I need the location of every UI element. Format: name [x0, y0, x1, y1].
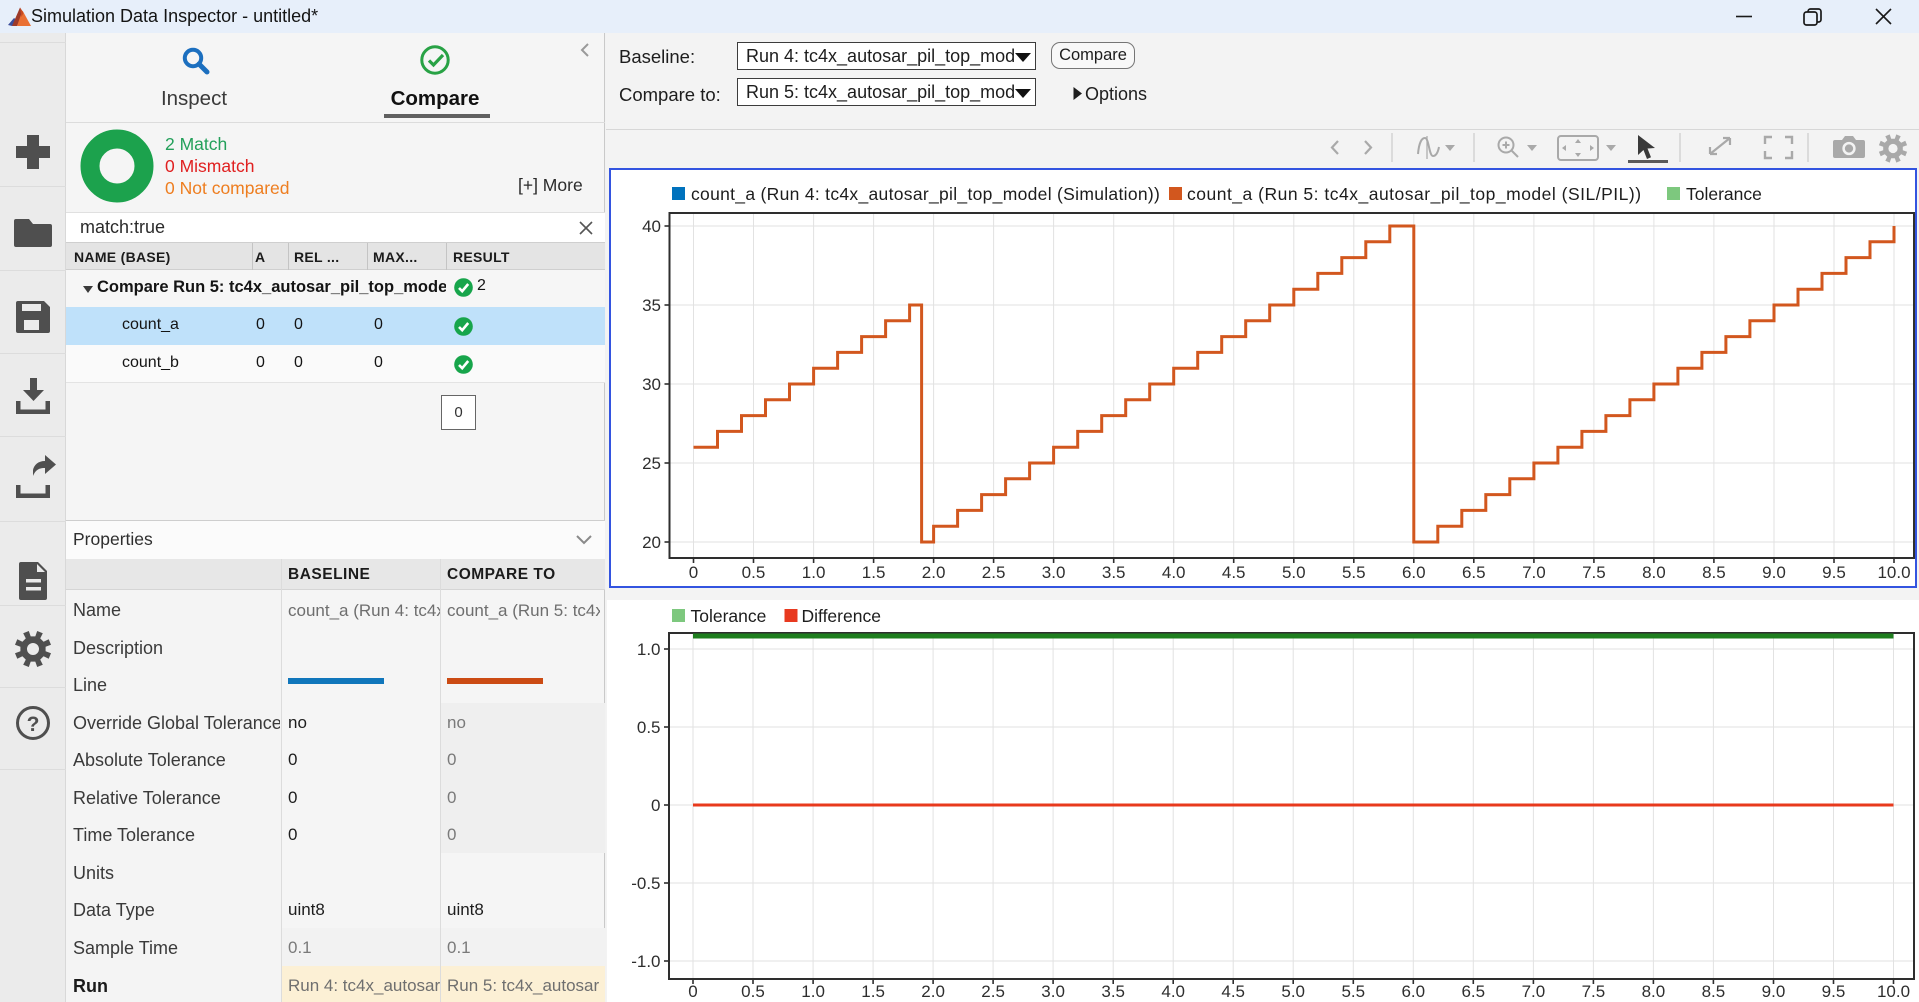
svg-text:4.5: 4.5: [1221, 982, 1245, 1001]
svg-text:7.5: 7.5: [1582, 982, 1606, 1001]
svg-text:8.0: 8.0: [1642, 982, 1666, 1001]
svg-text:6.5: 6.5: [1461, 982, 1485, 1001]
svg-text:1.5: 1.5: [862, 563, 886, 582]
svg-text:0: 0: [651, 796, 660, 815]
svg-text:35: 35: [642, 296, 661, 315]
svg-text:5.0: 5.0: [1282, 563, 1306, 582]
svg-text:4.5: 4.5: [1222, 563, 1246, 582]
svg-text:6.0: 6.0: [1402, 563, 1426, 582]
svg-text:4.0: 4.0: [1161, 982, 1185, 1001]
svg-text:1.5: 1.5: [861, 982, 885, 1001]
svg-text:4.0: 4.0: [1162, 563, 1186, 582]
svg-text:0: 0: [689, 563, 698, 582]
svg-text:7.0: 7.0: [1522, 982, 1546, 1001]
svg-text:2.0: 2.0: [921, 982, 945, 1001]
svg-text:5.0: 5.0: [1281, 982, 1305, 1001]
svg-text:7.5: 7.5: [1582, 563, 1606, 582]
svg-text:2.5: 2.5: [981, 982, 1005, 1001]
svg-text:9.0: 9.0: [1762, 982, 1786, 1001]
svg-text:8.5: 8.5: [1702, 563, 1726, 582]
svg-text:5.5: 5.5: [1342, 563, 1366, 582]
svg-text:-0.5: -0.5: [631, 874, 660, 893]
svg-text:count_a (Run 4: tc4x_autosar_p: count_a (Run 4: tc4x_autosar_pil_top_mod…: [691, 184, 1160, 205]
svg-text:0.5: 0.5: [741, 982, 765, 1001]
svg-text:10.0: 10.0: [1877, 982, 1910, 1001]
svg-text:3.0: 3.0: [1041, 982, 1065, 1001]
svg-text:Tolerance: Tolerance: [691, 606, 767, 626]
svg-text:30: 30: [642, 375, 661, 394]
svg-text:1.0: 1.0: [802, 563, 826, 582]
svg-text:-1.0: -1.0: [631, 952, 660, 971]
svg-text:0.5: 0.5: [742, 563, 766, 582]
svg-text:0.5: 0.5: [637, 718, 661, 737]
svg-text:3.5: 3.5: [1102, 563, 1126, 582]
svg-text:6.5: 6.5: [1462, 563, 1486, 582]
svg-text:?: ?: [27, 713, 40, 736]
svg-text:20: 20: [642, 533, 661, 552]
svg-text:25: 25: [642, 454, 661, 473]
svg-text:8.5: 8.5: [1702, 982, 1726, 1001]
svg-text:2.0: 2.0: [922, 563, 946, 582]
svg-text:40: 40: [642, 217, 661, 236]
svg-text:5.5: 5.5: [1341, 982, 1365, 1001]
svg-text:9.5: 9.5: [1822, 563, 1846, 582]
svg-text:Tolerance: Tolerance: [1686, 184, 1762, 204]
svg-text:Difference: Difference: [802, 606, 881, 626]
svg-text:8.0: 8.0: [1642, 563, 1666, 582]
svg-text:7.0: 7.0: [1522, 563, 1546, 582]
svg-text:9.0: 9.0: [1762, 563, 1786, 582]
svg-text:0: 0: [688, 982, 697, 1001]
svg-text:2.5: 2.5: [982, 563, 1006, 582]
svg-text:3.5: 3.5: [1101, 982, 1125, 1001]
svg-text:10.0: 10.0: [1877, 563, 1910, 582]
svg-text:3.0: 3.0: [1042, 563, 1066, 582]
svg-text:count_a (Run 5: tc4x_autosar_p: count_a (Run 5: tc4x_autosar_pil_top_mod…: [1187, 184, 1642, 205]
svg-text:6.0: 6.0: [1401, 982, 1425, 1001]
svg-text:1.0: 1.0: [801, 982, 825, 1001]
svg-text:1.0: 1.0: [637, 640, 661, 659]
svg-text:9.5: 9.5: [1822, 982, 1846, 1001]
